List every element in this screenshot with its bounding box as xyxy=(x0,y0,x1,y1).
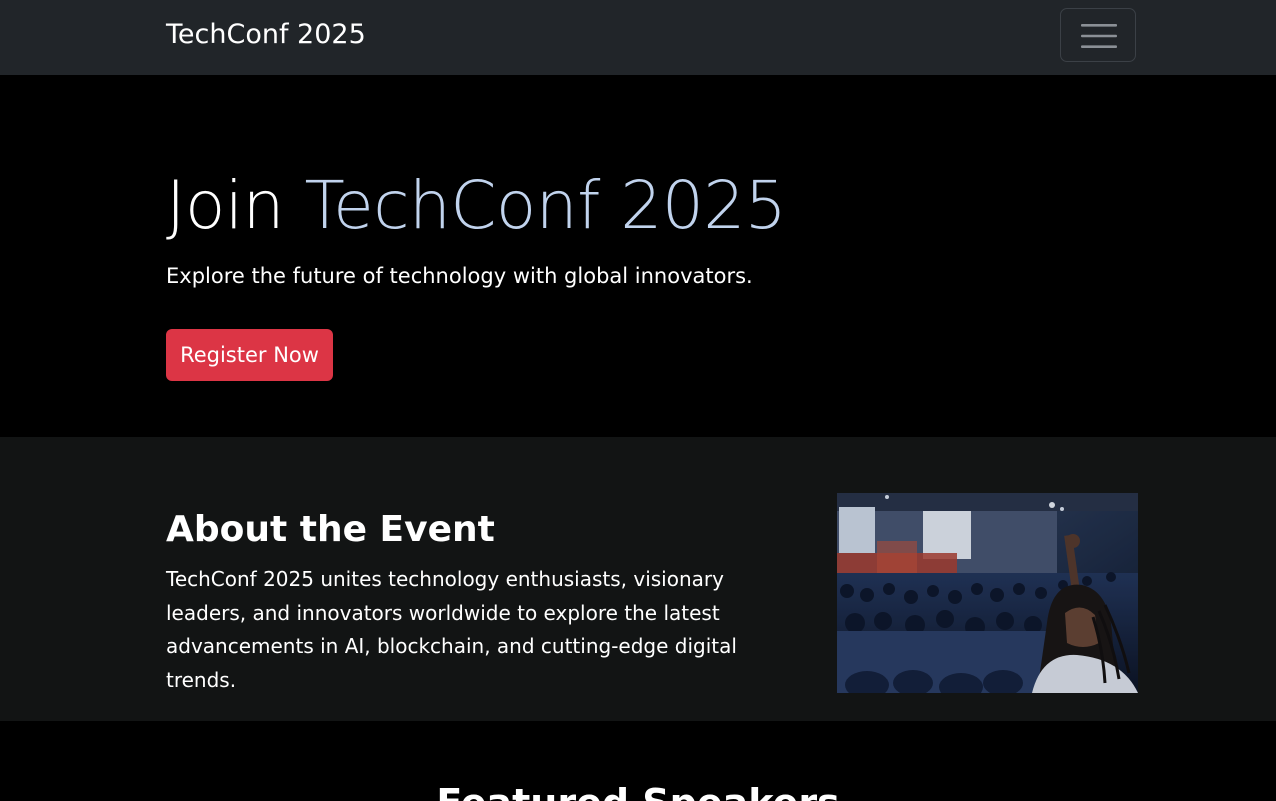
brand-logo-text[interactable]: TechConf 2025 xyxy=(166,19,366,50)
hero-title-accent: TechConf 2025 xyxy=(304,167,787,244)
about-description: TechConf 2025 unites technology enthusia… xyxy=(166,567,737,692)
conference-audience-photo xyxy=(837,493,1138,693)
about-title: About the Event xyxy=(166,509,495,550)
navbar: TechConf 2025 xyxy=(0,0,1276,75)
navbar-toggler-button[interactable] xyxy=(1060,8,1136,62)
hero-section: Join TechConf 2025 Explore the future of… xyxy=(0,75,1276,437)
speakers-section: Featured Speakers xyxy=(0,721,1276,801)
hero-title-prefix: Join xyxy=(166,167,305,244)
about-section: About the Event TechConf 2025 unites tec… xyxy=(0,437,1276,721)
hero-subtitle: Explore the future of technology with gl… xyxy=(166,264,753,288)
speakers-title: Featured Speakers xyxy=(0,781,1276,801)
hero-title: Join TechConf 2025 xyxy=(166,167,787,244)
register-now-button[interactable]: Register Now xyxy=(166,329,333,381)
hamburger-menu-icon xyxy=(1081,24,1117,48)
